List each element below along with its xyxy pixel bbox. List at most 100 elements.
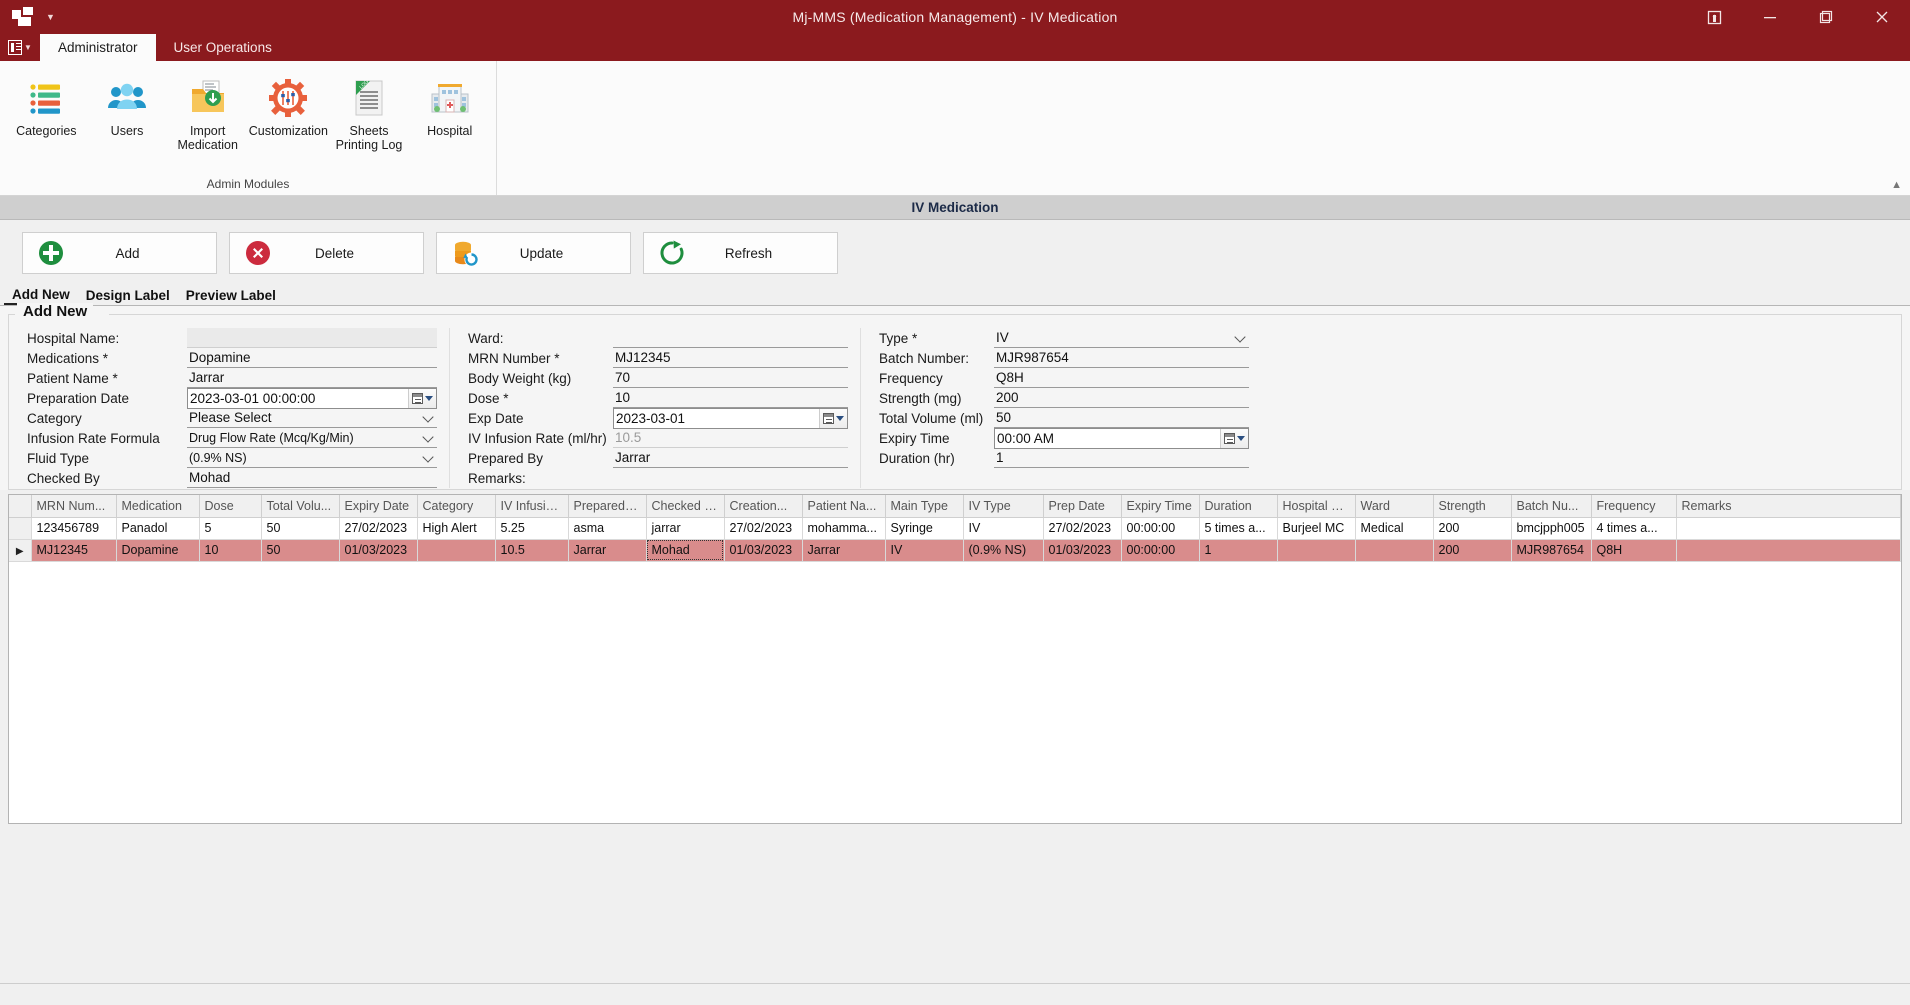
ribbon-item-customization[interactable]: Customization <box>248 69 329 177</box>
refresh-button[interactable]: Refresh <box>643 232 838 274</box>
cell[interactable]: 10 <box>199 539 262 562</box>
cell[interactable]: Dopamine <box>116 539 200 562</box>
col-total-volume[interactable]: Total Volu... <box>261 495 340 518</box>
ribbon-collapse-icon[interactable]: ▲ <box>1891 179 1902 191</box>
cell[interactable]: 200 <box>1433 539 1512 562</box>
col-checked-by[interactable]: Checked By <box>646 495 725 518</box>
hospital-name-input[interactable] <box>187 328 437 348</box>
expiry-time-input[interactable] <box>994 428 1249 449</box>
col-patient-name[interactable]: Patient Na... <box>802 495 886 518</box>
tab-preview-label[interactable]: Preview Label <box>178 285 284 305</box>
cell[interactable]: mohamma... <box>802 517 886 540</box>
col-strength[interactable]: Strength <box>1433 495 1512 518</box>
cell[interactable]: bmcjpph005 <box>1511 517 1592 540</box>
batch-number-input[interactable] <box>994 348 1249 368</box>
cell[interactable]: MJ12345 <box>31 539 117 562</box>
col-category[interactable]: Category <box>417 495 496 518</box>
cell[interactable]: High Alert <box>417 517 496 540</box>
cell[interactable]: 123456789 <box>31 517 117 540</box>
col-prep-date[interactable]: Prep Date <box>1043 495 1122 518</box>
restore-down-icon[interactable] <box>1686 0 1742 34</box>
cell[interactable]: jarrar <box>646 517 725 540</box>
cell[interactable]: 10.5 <box>495 539 569 562</box>
col-expiry-time[interactable]: Expiry Time <box>1121 495 1200 518</box>
patient-name-input[interactable] <box>187 368 437 388</box>
cell[interactable]: 50 <box>261 517 340 540</box>
cell[interactable]: asma <box>568 517 647 540</box>
col-ward[interactable]: Ward <box>1355 495 1434 518</box>
cell[interactable]: 5 times a... <box>1199 517 1278 540</box>
cell[interactable]: 5 <box>199 517 262 540</box>
medication-grid[interactable]: MRN Num... Medication Dose Total Volu...… <box>8 494 1902 824</box>
tab-administrator[interactable]: Administrator <box>40 34 156 61</box>
cell[interactable]: 27/02/2023 <box>339 517 418 540</box>
checked-by-input[interactable] <box>187 468 437 488</box>
medications-input[interactable] <box>187 348 437 368</box>
cell[interactable]: Burjeel MC <box>1277 517 1356 540</box>
col-duration[interactable]: Duration <box>1199 495 1278 518</box>
tab-add-new[interactable]: Add New <box>4 285 78 305</box>
tab-user-operations[interactable]: User Operations <box>156 34 290 61</box>
cell[interactable] <box>1676 517 1901 540</box>
cell[interactable]: IV <box>885 539 964 562</box>
fluid-type-select[interactable] <box>187 448 437 468</box>
cell[interactable]: 00:00:00 <box>1121 539 1200 562</box>
infusion-rate-formula-select[interactable] <box>187 428 437 448</box>
delete-button[interactable]: Delete <box>229 232 424 274</box>
cell[interactable]: 200 <box>1433 517 1512 540</box>
cell[interactable]: 4 times a... <box>1591 517 1677 540</box>
cell[interactable] <box>1355 539 1434 562</box>
prepared-by-input[interactable] <box>613 448 848 468</box>
ribbon-item-hospital[interactable]: Hospital <box>409 69 490 177</box>
col-iv-type[interactable]: IV Type <box>963 495 1044 518</box>
minimize-icon[interactable] <box>1742 0 1798 34</box>
table-row[interactable]: 123456789 Panadol 5 50 27/02/2023 High A… <box>9 517 1901 540</box>
col-prepared-by[interactable]: Prepared By <box>568 495 647 518</box>
category-select[interactable] <box>187 408 437 428</box>
expiry-time-picker-button[interactable] <box>1220 429 1248 448</box>
cell[interactable]: 27/02/2023 <box>724 517 803 540</box>
total-volume-input[interactable] <box>994 408 1249 428</box>
file-menu-button[interactable]: ▼ <box>0 34 40 61</box>
preparation-date-picker-button[interactable] <box>408 389 436 408</box>
cell[interactable] <box>1676 539 1901 562</box>
cell[interactable]: IV <box>963 517 1044 540</box>
cell[interactable]: 01/03/2023 <box>339 539 418 562</box>
cell[interactable]: 01/03/2023 <box>724 539 803 562</box>
col-remarks[interactable]: Remarks <box>1676 495 1901 518</box>
preparation-date-input[interactable] <box>187 388 437 409</box>
cell[interactable]: Panadol <box>116 517 200 540</box>
cell[interactable]: 01/03/2023 <box>1043 539 1122 562</box>
duration-input[interactable] <box>994 448 1249 468</box>
exp-date-picker-button[interactable] <box>819 409 847 428</box>
col-frequency[interactable]: Frequency <box>1591 495 1677 518</box>
update-button[interactable]: Update <box>436 232 631 274</box>
col-medication[interactable]: Medication <box>116 495 200 518</box>
col-batch-number[interactable]: Batch Nu... <box>1511 495 1592 518</box>
col-mrn-number[interactable]: MRN Num... <box>31 495 117 518</box>
dose-input[interactable] <box>613 388 848 408</box>
col-dose[interactable]: Dose <box>199 495 262 518</box>
cell[interactable] <box>1277 539 1356 562</box>
ribbon-item-categories[interactable]: Categories <box>6 69 87 177</box>
cell[interactable]: 50 <box>261 539 340 562</box>
cell-focused[interactable]: Mohad <box>646 539 725 562</box>
body-weight-input[interactable] <box>613 368 848 388</box>
cell[interactable]: Syringe <box>885 517 964 540</box>
cell[interactable]: 00:00:00 <box>1121 517 1200 540</box>
cell[interactable]: 27/02/2023 <box>1043 517 1122 540</box>
type-select[interactable] <box>994 328 1249 348</box>
maximize-icon[interactable] <box>1798 0 1854 34</box>
add-button[interactable]: Add <box>22 232 217 274</box>
col-expiry-date[interactable]: Expiry Date <box>339 495 418 518</box>
cell[interactable]: 1 <box>1199 539 1278 562</box>
ribbon-item-users[interactable]: Users <box>87 69 168 177</box>
ribbon-item-sheets-printing-log[interactable]: LOG Sheets Printing Log <box>329 69 410 177</box>
close-icon[interactable] <box>1854 0 1910 34</box>
ribbon-item-import-medication[interactable]: Import Medication <box>167 69 248 177</box>
strength-input[interactable] <box>994 388 1249 408</box>
cell[interactable]: Medical <box>1355 517 1434 540</box>
cell[interactable]: 5.25 <box>495 517 569 540</box>
col-main-type[interactable]: Main Type <box>885 495 964 518</box>
cell[interactable]: Q8H <box>1591 539 1677 562</box>
